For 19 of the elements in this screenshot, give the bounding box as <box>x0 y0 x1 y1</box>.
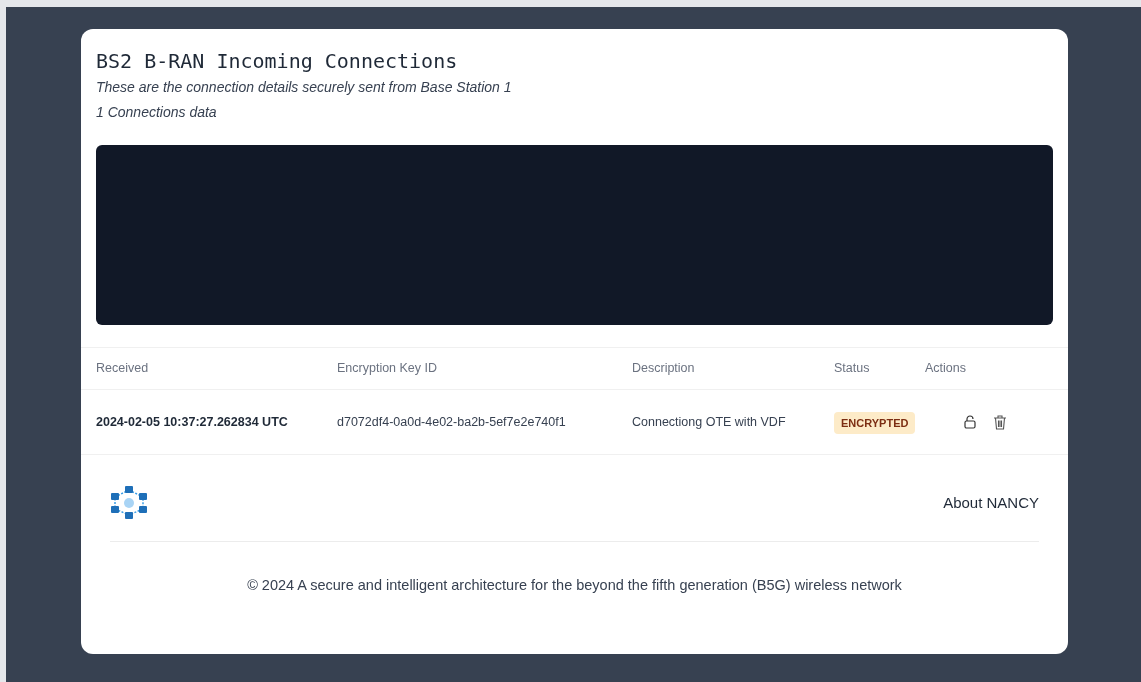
unlock-icon <box>963 415 977 429</box>
status-badge: ENCRYPTED <box>834 411 916 435</box>
column-header: Received <box>96 361 149 376</box>
delete-button[interactable] <box>993 414 1007 430</box>
column-header: Description <box>632 361 695 376</box>
column-header: Encryption Key ID <box>337 361 438 376</box>
page-title: BS2 B-RAN Incoming Connections <box>96 48 459 75</box>
table-cell: Connectiong OTE with VDF <box>632 414 786 429</box>
table-cell: 2024-02-05 10:37:27.262834 UTC <box>96 414 288 429</box>
subtitle: These are the connection details securely sent from Base Station 1 <box>96 78 513 97</box>
column-header: Status <box>834 361 870 376</box>
column-header: Actions <box>925 361 966 376</box>
unlock-button[interactable] <box>963 415 977 429</box>
trash-icon <box>993 414 1007 430</box>
table-cell: d7072df4-0a0d-4e02-ba2b-5ef7e2e740f1 <box>337 414 566 429</box>
network-logo-icon <box>110 485 148 519</box>
connections-count: 1 Connections data <box>96 103 218 122</box>
copyright-text: © 2024 A secure and intelligent architecture for the beyond the fifth generation (B5G) wireless network <box>246 576 903 595</box>
about-link[interactable]: About NANCY <box>943 491 1039 515</box>
